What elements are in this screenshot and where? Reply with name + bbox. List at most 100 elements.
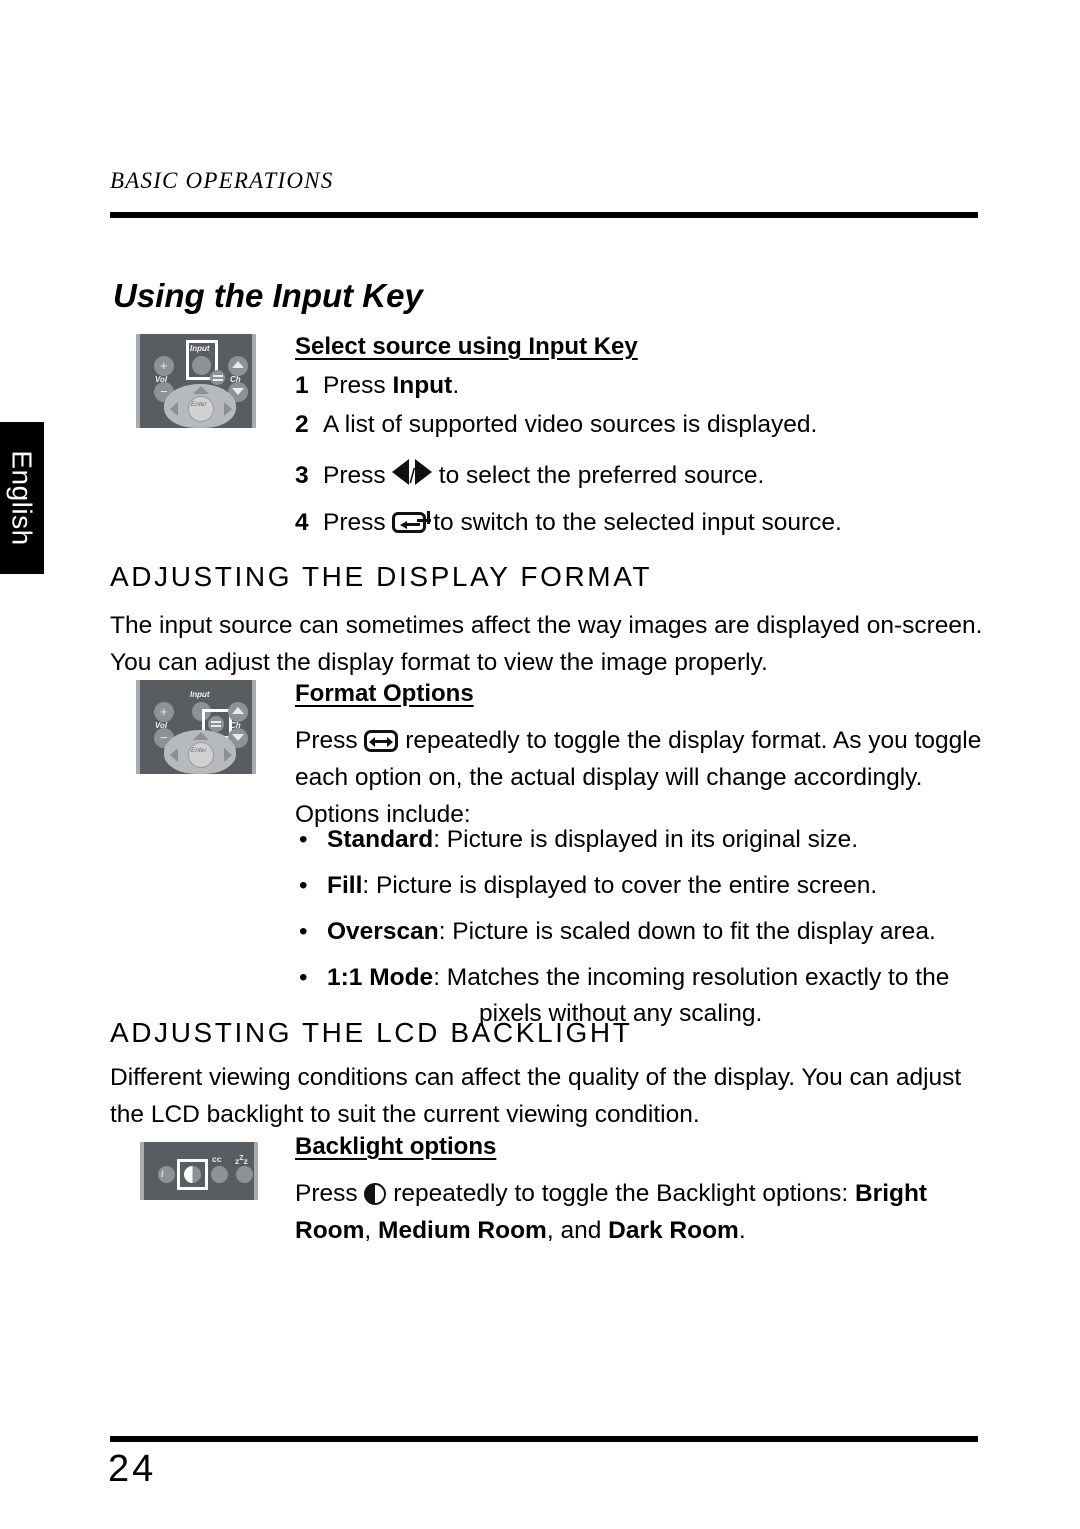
display-format-button [210,370,225,385]
subhead-select-source: Select source using Input Key [295,333,638,360]
language-tab-english: English [0,422,44,574]
bullet-marker: • [299,872,308,899]
bullet-desc: : Picture is displayed in its original s… [433,826,859,853]
step-3-text-before: Press [323,462,393,489]
footer-rule [110,1436,978,1442]
vol-plus-label: + [160,704,168,719]
sleep-z3: z [243,1155,248,1166]
dpad-left-icon [170,402,178,416]
step-2-text: A list of supported video sources is dis… [323,411,818,438]
list-item: • Standard: Picture is displayed in its o… [295,822,995,858]
bullet-term: 1:1 Mode [327,964,434,991]
step-1: 1 Press Input. [295,371,459,401]
step-1-number: 1 [295,372,309,399]
step-4-text-before: Press [323,509,393,536]
bullet-marker: • [299,964,308,991]
ch-up-arrow-icon [232,707,244,714]
dpad-enter-button: Enter [188,742,214,768]
backlight-text-before: Press [295,1180,365,1207]
backlight-contrast-icon [364,1183,387,1205]
dpad-up-icon [193,732,209,740]
format-arrow-right [387,737,394,747]
bullet-marker: • [299,826,308,853]
page-title: Using the Input Key [113,277,423,314]
format-text-before: Press [295,727,365,754]
step-1-bold: Input [392,372,453,399]
enter-label: Enter [191,401,207,408]
cc-button [211,1166,228,1183]
bullet-desc: : Matches the incoming resolution exactl… [433,964,950,991]
subhead-backlight-options: Backlight options [295,1133,497,1160]
cc-label: cc [212,1154,222,1164]
paragraph-format-options: Press repeatedly to toggle the display f… [295,722,985,833]
step-4-text-after: to switch to the selected input source. [426,509,842,536]
step-2-number: 2 [295,411,309,438]
manual-page: English BASIC OPERATIONS Using the Input… [0,0,1080,1529]
running-head: BASIC OPERATIONS [110,168,334,193]
section-heading-lcd-backlight: ADJUSTING THE LCD BACKLIGHT [110,1017,633,1048]
remote-body: + − Vol Input Ch Enter [136,680,256,774]
dpad-up-icon [193,386,209,394]
backlight-text-mid: repeatedly to toggle the Backlight optio… [386,1180,855,1207]
ch-up-arrow-icon [232,361,244,368]
bullet-desc: : Picture is scaled down to fit the disp… [438,918,936,945]
vol-label: Vol [155,375,168,384]
step-2: 2 A list of supported video sources is di… [295,410,817,440]
remote-illustration-backlight: i cc zZz [130,1132,270,1210]
enter-key-icon [392,511,431,533]
vol-label: Vol [155,721,168,730]
enter-key-tail [427,511,431,524]
step-1-text-after: . [452,372,460,399]
bullet-term: Standard [327,826,434,853]
remote-illustration-format: + − Vol Input Ch Enter [128,676,264,776]
enter-label: Enter [191,747,207,754]
dpad-enter-button: Enter [188,396,214,422]
step-4: 4 Press to switch to the selected input s… [295,508,842,538]
sleep-button [236,1166,253,1183]
paragraph-backlight-intro: Different viewing conditions can affect … [110,1064,962,1128]
arrow-right-icon [415,459,432,485]
remote-strip-body: i cc zZz [140,1142,258,1200]
step-1-text-before: Press [323,372,393,399]
ch-label: Ch [230,375,241,384]
backlight-sep-1: , [364,1217,379,1244]
arrow-left-icon [392,459,410,485]
remote-illustration-input: + − Vol Input Ch Enter [128,330,264,430]
bullet-desc: : Picture is displayed to cover the enti… [362,872,878,899]
vol-plus-label: + [160,358,168,373]
ch-label: Ch [230,721,241,730]
bullet-marker: • [299,918,308,945]
backlight-option-3: Dark Room [608,1217,739,1244]
ch-down-arrow-icon [232,734,244,741]
dpad-left-icon [170,748,178,762]
page-number: 24 [108,1448,157,1490]
step-3-number: 3 [295,462,309,489]
format-arrow-bar [374,740,389,744]
list-item: • Overscan: Picture is scaled down to fit… [295,914,995,950]
language-tab-label: English [7,450,38,546]
step-3: 3 Press / to select the preferred source. [295,459,764,492]
paragraph-backlight-options: Press repeatedly to toggle the Backlight… [295,1175,985,1249]
bullet-term: Overscan [327,918,439,945]
dpad-right-icon [224,402,232,416]
step-3-text-after: to select the preferred source. [432,462,765,489]
step-4-number: 4 [295,509,309,536]
backlight-option-2: Medium Room [378,1217,547,1244]
remote-body: + − Vol Input Ch Enter [136,334,256,428]
backlight-highlight-box [177,1159,208,1190]
list-item: • Fill: Picture is displayed to cover the… [295,868,995,904]
subhead-format-options: Format Options [295,680,474,707]
format-options-list: • Standard: Picture is displayed in its o… [295,822,995,1042]
ch-down-arrow-icon [232,388,244,395]
display-format-icon [364,730,399,752]
input-label: Input [190,690,210,699]
info-label: i [161,1169,164,1179]
header-rule [110,212,978,218]
section-heading-display-format: ADJUSTING THE DISPLAY FORMAT [110,561,653,592]
sleep-label: zZz [235,1154,248,1166]
info-button: i [158,1166,175,1183]
paragraph-display-format-intro: The input source can sometimes affect th… [110,612,983,676]
format-glyph-icon [213,374,223,377]
backlight-end: . [738,1217,746,1244]
dpad-right-icon [224,748,232,762]
